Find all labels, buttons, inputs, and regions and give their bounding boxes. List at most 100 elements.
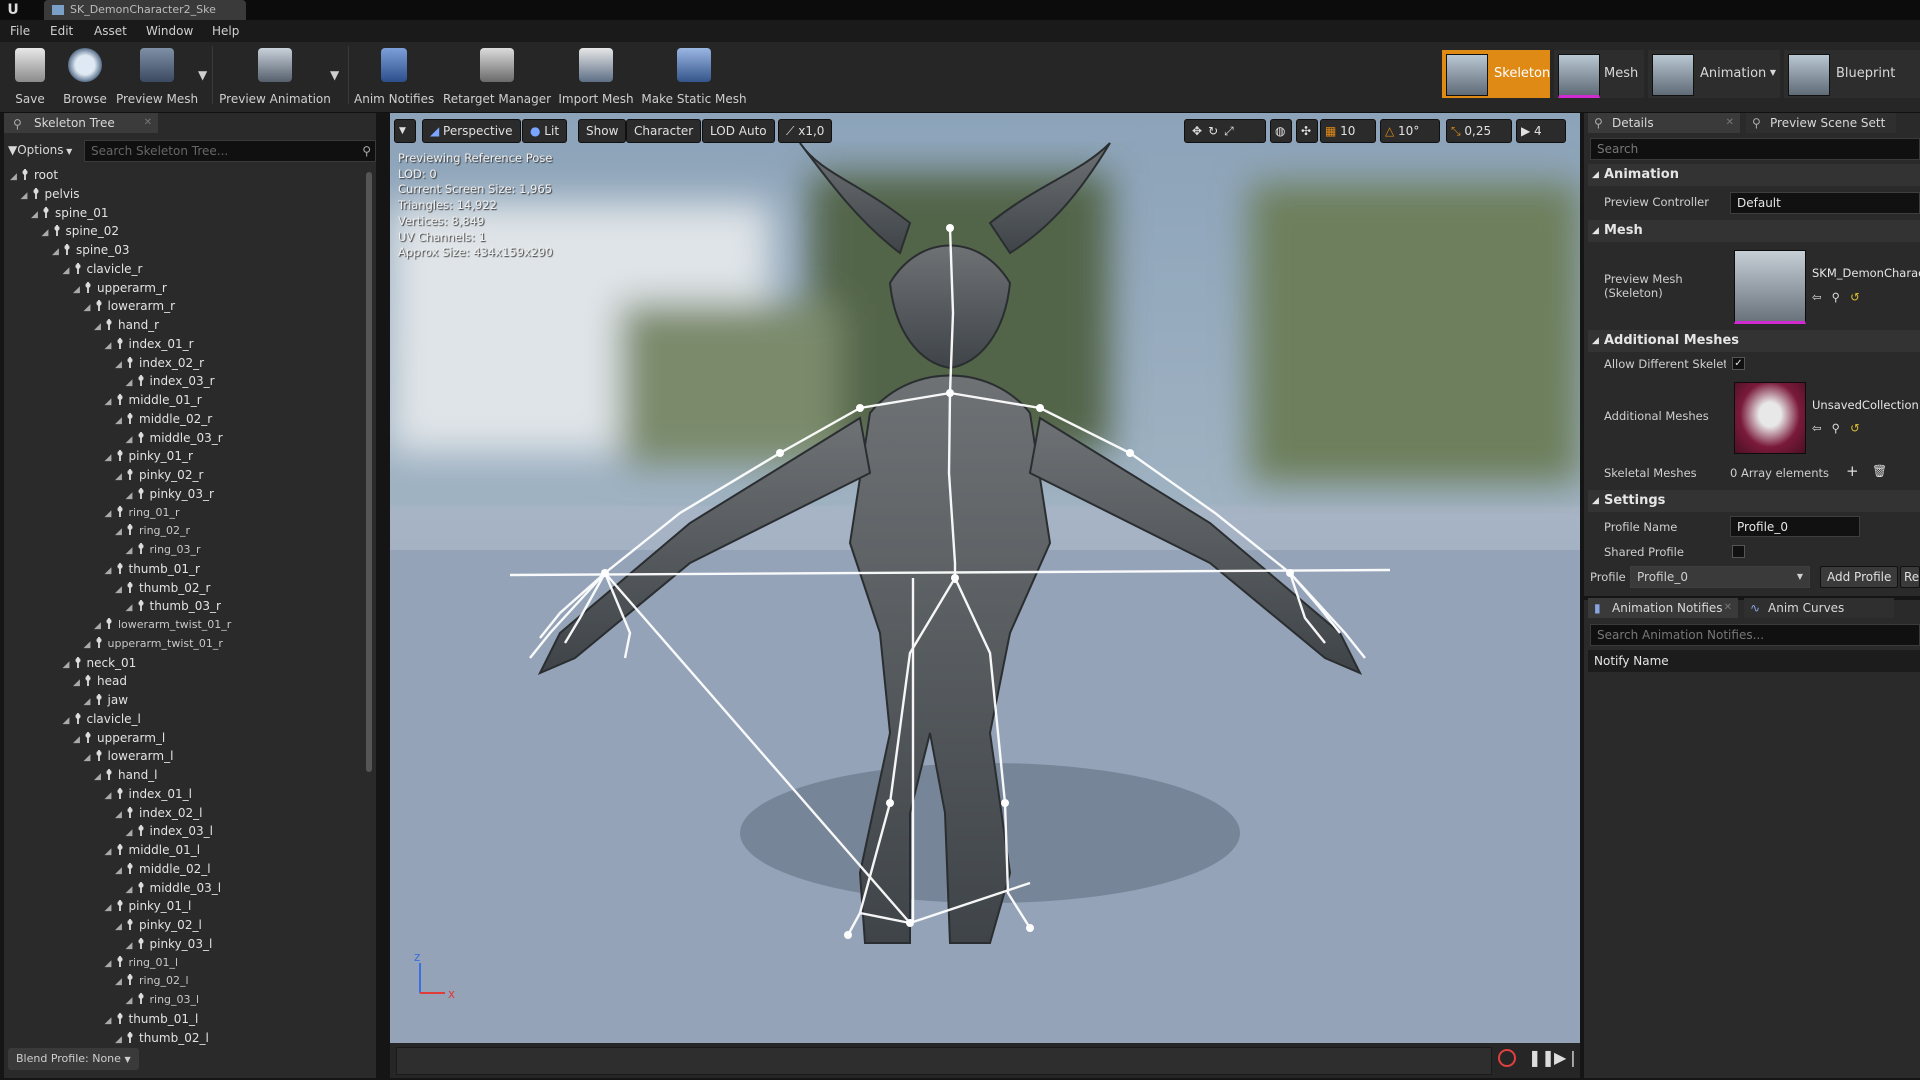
expand-arrow-icon[interactable]: ◢ — [105, 566, 113, 576]
bone-row-index_02_r[interactable]: ◢ index_02_r — [115, 356, 204, 370]
allow-different-skeleton-checkbox[interactable]: ✓ — [1732, 357, 1745, 370]
bone-row-jaw[interactable]: ◢ jaw — [84, 693, 129, 707]
expand-arrow-icon[interactable]: ◢ — [105, 341, 113, 351]
bone-row-pinky_03_r[interactable]: ◢ pinky_03_r — [126, 487, 214, 501]
expand-arrow-icon[interactable]: ◢ — [63, 660, 71, 670]
close-tab-icon[interactable]: ✕ — [1726, 113, 1734, 133]
expand-arrow-icon[interactable]: ◢ — [31, 210, 39, 220]
expand-arrow-icon[interactable]: ◢ — [126, 435, 134, 445]
tab-skeleton-tree[interactable]: ⚲ Skeleton Tree ✕ — [4, 113, 158, 133]
expand-arrow-icon[interactable]: ◢ — [126, 996, 134, 1006]
rotation-snap-control[interactable]: △ 10° — [1380, 119, 1440, 143]
preview-viewport[interactable]: z x ▼ ◢ Perspective ● Lit Show Character… — [390, 113, 1580, 1043]
bone-row-ring_03_l[interactable]: ◢ ring_03_l — [126, 993, 199, 1006]
expand-arrow-icon[interactable]: ◢ — [52, 247, 60, 257]
bone-row-pelvis[interactable]: ◢ pelvis — [21, 187, 80, 201]
bone-row-index_03_r[interactable]: ◢ index_03_r — [126, 374, 215, 388]
bone-row-neck_01[interactable]: ◢ neck_01 — [63, 656, 137, 670]
bone-row-head[interactable]: ◢ head — [73, 674, 127, 688]
bone-row-pinky_01_l[interactable]: ◢ pinky_01_l — [105, 899, 192, 913]
mode-mesh-button[interactable]: Mesh — [1554, 50, 1644, 98]
bone-row-middle_01_l[interactable]: ◢ middle_01_l — [105, 843, 201, 857]
profile-dropdown[interactable]: Profile_0 ▼ — [1630, 566, 1810, 588]
expand-arrow-icon[interactable]: ◢ — [105, 1016, 113, 1026]
reset-icon[interactable]: ↺ — [1850, 290, 1870, 304]
menu-file[interactable]: File — [10, 20, 30, 42]
pause-icon[interactable]: ❚❚ — [1528, 1048, 1555, 1067]
expand-arrow-icon[interactable]: ◢ — [126, 378, 134, 388]
bone-row-thumb_03_r[interactable]: ◢ thumb_03_r — [126, 599, 221, 613]
make-static-mesh-button[interactable]: Make Static Mesh — [640, 44, 748, 108]
bone-row-spine_03[interactable]: ◢ spine_03 — [52, 243, 129, 257]
bone-row-middle_02_l[interactable]: ◢ middle_02_l — [115, 862, 211, 876]
retarget-manager-button[interactable]: Retarget Manager — [440, 44, 554, 108]
category-settings[interactable]: ◢ Settings — [1588, 490, 1920, 512]
tab-details[interactable]: ⚲ Details ✕ — [1588, 113, 1740, 133]
expand-arrow-icon[interactable]: ◢ — [115, 977, 123, 987]
expand-arrow-icon[interactable]: ◢ — [84, 640, 92, 650]
expand-arrow-icon[interactable]: ◢ — [115, 360, 123, 370]
viewport-options-dropdown[interactable]: ▼ — [394, 119, 416, 143]
preview-mesh-thumbnail[interactable] — [1734, 250, 1806, 324]
expand-arrow-icon[interactable]: ◢ — [84, 303, 92, 313]
category-animation[interactable]: ◢ Animation — [1588, 164, 1920, 186]
unreal-logo-icon[interactable]: U — [2, 0, 24, 20]
expand-arrow-icon[interactable]: ◢ — [63, 266, 71, 276]
import-mesh-button[interactable]: Import Mesh — [558, 44, 634, 108]
bone-row-root[interactable]: ◢ root — [10, 168, 58, 182]
show-button[interactable]: Show — [578, 119, 627, 143]
bone-row-upperarm_r[interactable]: ◢ upperarm_r — [73, 281, 167, 295]
bone-row-hand_l[interactable]: ◢ hand_l — [94, 768, 158, 782]
expand-arrow-icon[interactable]: ◢ — [73, 735, 81, 745]
use-selected-icon[interactable]: ⇦ — [1812, 290, 1832, 304]
anim-notifies-button[interactable]: Anim Notifies — [354, 44, 434, 108]
expand-arrow-icon[interactable]: ◢ — [73, 678, 81, 688]
bone-row-lowerarm_twist_01_r[interactable]: ◢ lowerarm_twist_01_r — [94, 618, 231, 631]
expand-arrow-icon[interactable]: ◢ — [105, 509, 113, 519]
close-tab-icon[interactable]: ✕ — [144, 113, 152, 133]
expand-arrow-icon[interactable]: ◢ — [105, 791, 113, 801]
expand-arrow-icon[interactable]: ◢ — [115, 472, 123, 482]
scale-snap-control[interactable]: ⤡ 0,25 — [1446, 119, 1512, 143]
expand-arrow-icon[interactable]: ◢ — [21, 191, 29, 201]
category-additional-meshes[interactable]: ◢ Additional Meshes — [1588, 330, 1920, 352]
bone-row-thumb_01_r[interactable]: ◢ thumb_01_r — [105, 562, 200, 576]
details-search-input[interactable]: Search — [1590, 138, 1920, 160]
expand-arrow-icon[interactable]: ◢ — [115, 416, 123, 426]
browse-button[interactable]: Browse — [58, 44, 112, 108]
options-dropdown[interactable]: ▼Options ▼ — [8, 140, 72, 162]
character-button[interactable]: Character — [626, 119, 702, 143]
translate-icon[interactable]: ✥ — [1192, 124, 1208, 138]
expand-arrow-icon[interactable]: ◢ — [126, 885, 134, 895]
mode-animation-button[interactable]: Animation ▼ — [1648, 50, 1780, 98]
world-local-toggle[interactable]: ◍ — [1270, 119, 1292, 143]
add-profile-button[interactable]: Add Profile — [1820, 566, 1899, 588]
skeleton-tree-search-input[interactable]: Search Skeleton Tree... ⚲ — [84, 140, 376, 162]
camera-speed-control[interactable]: ▶ 4 — [1516, 119, 1566, 143]
expand-arrow-icon[interactable]: ◢ — [63, 716, 71, 726]
blend-profile-dropdown[interactable]: Blend Profile: None ▼ — [8, 1048, 139, 1070]
bone-row-middle_03_l[interactable]: ◢ middle_03_l — [126, 881, 222, 895]
bone-row-ring_02_r[interactable]: ◢ ring_02_r — [115, 524, 190, 537]
mode-blueprint-button[interactable]: Blueprint — [1784, 50, 1920, 98]
bone-row-lowerarm_r[interactable]: ◢ lowerarm_r — [84, 299, 176, 313]
expand-arrow-icon[interactable]: ◢ — [115, 527, 123, 537]
bone-row-upperarm_twist_01_r[interactable]: ◢ upperarm_twist_01_r — [84, 636, 223, 650]
bone-row-thumb_02_r[interactable]: ◢ thumb_02_r — [115, 581, 210, 595]
bone-row-spine_01[interactable]: ◢ spine_01 — [31, 206, 108, 220]
add-element-icon[interactable]: + — [1846, 462, 1859, 480]
document-tab[interactable]: SK_DemonCharacter2_Ske — [44, 0, 246, 20]
expand-arrow-icon[interactable]: ◢ — [126, 491, 134, 501]
preview-controller-dropdown[interactable]: Default — [1730, 192, 1920, 214]
tab-anim-curves[interactable]: ∿ Anim Curves — [1744, 598, 1894, 618]
bone-row-thumb_01_l[interactable]: ◢ thumb_01_l — [105, 1012, 199, 1026]
bone-row-clavicle_l[interactable]: ◢ clavicle_l — [63, 712, 141, 726]
expand-arrow-icon[interactable]: ◢ — [42, 228, 50, 238]
bone-row-pinky_01_r[interactable]: ◢ pinky_01_r — [105, 449, 193, 463]
bone-row-ring_01_l[interactable]: ◢ ring_01_l — [105, 955, 178, 969]
expand-arrow-icon[interactable]: ◢ — [115, 922, 123, 932]
lod-auto-button[interactable]: LOD Auto — [702, 119, 775, 143]
record-icon[interactable] — [1498, 1049, 1516, 1067]
tab-preview-scene-settings[interactable]: ⚲ Preview Scene Sett — [1746, 113, 1896, 133]
remove-profile-button[interactable]: Re — [1900, 566, 1920, 588]
